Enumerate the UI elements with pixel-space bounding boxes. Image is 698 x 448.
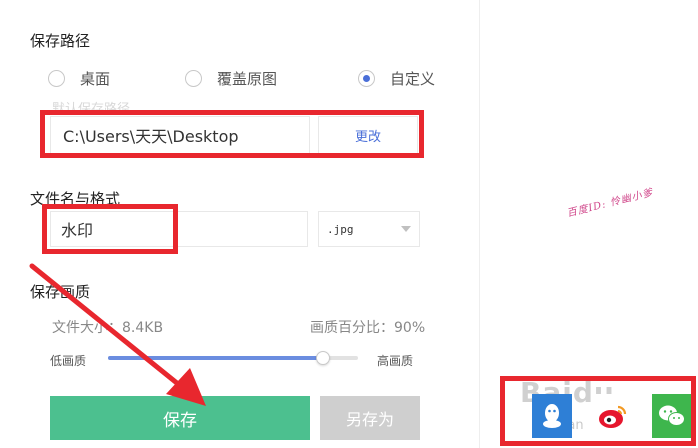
slider-fill xyxy=(108,356,323,360)
quality-title: 保存画质 xyxy=(30,283,91,301)
file-size-text: 文件大小：8.4KB xyxy=(52,320,164,336)
high-quality-label: 高画质 xyxy=(377,354,414,368)
radio-circle xyxy=(185,70,202,87)
save-path-options: 桌面 覆盖原图 自定义 xyxy=(48,68,448,92)
save-path-title: 保存路径 xyxy=(30,32,91,50)
radio-desktop[interactable]: 桌面 xyxy=(48,68,110,89)
filename-format-title: 文件名与格式 xyxy=(30,190,121,208)
quality-percent-text: 画质百分比：90% xyxy=(310,320,426,336)
slider-thumb[interactable] xyxy=(316,351,330,365)
low-quality-label: 低画质 xyxy=(50,354,87,368)
radio-label: 覆盖原图 xyxy=(217,70,278,88)
default-path-hint: 默认保存路径 xyxy=(52,102,131,117)
radio-circle xyxy=(48,70,65,87)
weibo-icon[interactable] xyxy=(592,394,632,438)
qq-icon[interactable] xyxy=(532,394,572,438)
save-settings-panel: 保存路径 桌面 覆盖原图 自定义 默认保存路径 C:\Users\天天\Desk… xyxy=(0,0,480,448)
filename-input[interactable]: 水印 xyxy=(50,211,308,247)
save-as-button[interactable]: 另存为 xyxy=(320,396,420,440)
radio-label: 自定义 xyxy=(390,70,436,88)
radio-circle-checked xyxy=(358,70,375,87)
radio-custom[interactable]: 自定义 xyxy=(358,68,435,89)
format-select[interactable]: .jpg xyxy=(318,211,420,247)
save-path-input[interactable]: C:\Users\天天\Desktop xyxy=(50,116,310,154)
radio-overwrite[interactable]: 覆盖原图 xyxy=(185,68,277,89)
save-button[interactable]: 保存 xyxy=(50,396,310,440)
chevron-down-icon xyxy=(401,226,411,232)
wechat-icon[interactable] xyxy=(652,394,692,438)
change-path-button[interactable]: 更改 xyxy=(318,116,418,154)
share-area xyxy=(504,380,694,448)
radio-label: 桌面 xyxy=(80,70,111,88)
format-value: .jpg xyxy=(327,222,354,236)
quality-slider[interactable] xyxy=(108,350,358,366)
